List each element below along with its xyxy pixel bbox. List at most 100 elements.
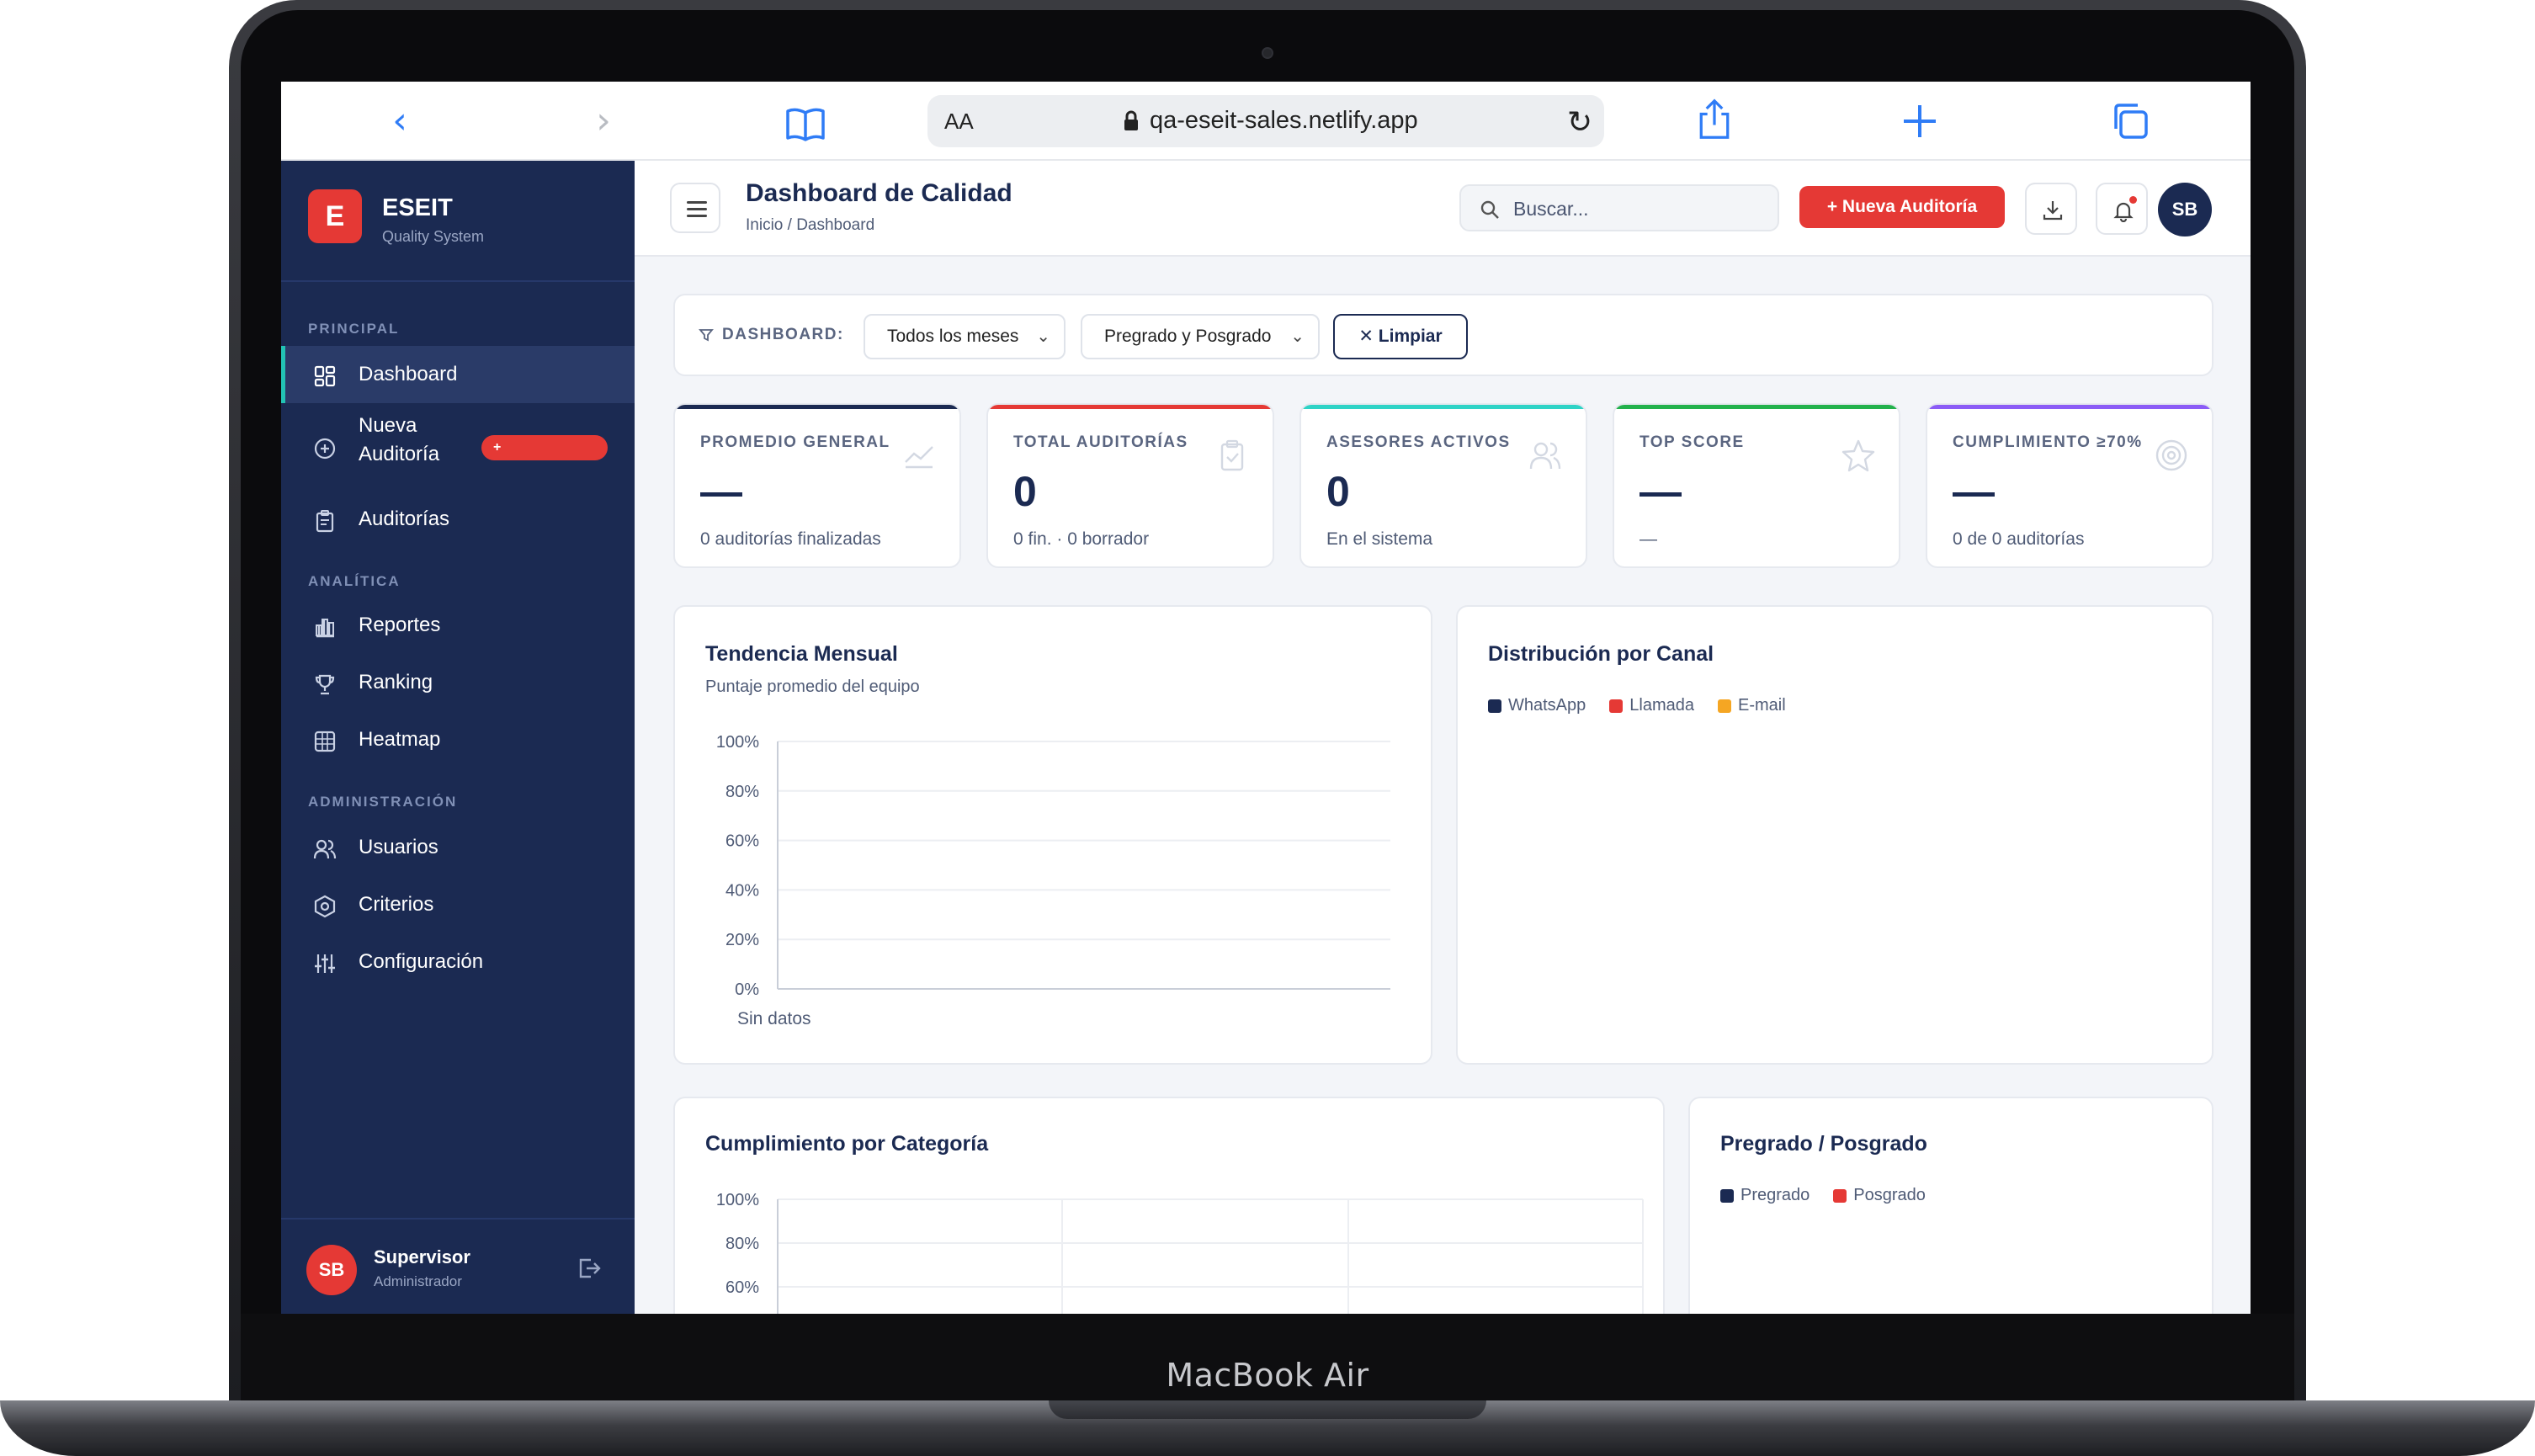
legend-swatch: [1833, 1188, 1847, 1203]
target-icon: [2155, 439, 2187, 471]
kpi-cumplimiento: CUMPLIMIENTO ≥70% — 0 de 0 auditorías: [1926, 403, 2213, 568]
sidebar-item-usuarios[interactable]: Usuarios: [281, 819, 635, 876]
user-name: Supervisor: [374, 1246, 470, 1267]
new-tab-icon[interactable]: [1899, 100, 1941, 142]
user-block: SB Supervisor Administrador: [281, 1218, 635, 1314]
download-button[interactable]: [2025, 183, 2077, 235]
sidebar-item-auditorias[interactable]: Auditorías: [281, 491, 635, 548]
legend: Pregrado Posgrado: [1720, 1186, 1926, 1205]
sidebar-item-label: Dashboard: [359, 363, 458, 385]
clipboard-check-icon: [1220, 439, 1244, 471]
logo: E: [308, 189, 362, 243]
chart-distribucion-canal: Distribución por Canal WhatsApp Llamada …: [1456, 605, 2213, 1065]
avatar[interactable]: SB: [2158, 183, 2212, 236]
search-icon: [1480, 200, 1499, 219]
laptop-notch: [1049, 1400, 1486, 1419]
legend-item[interactable]: Posgrado: [1833, 1186, 1926, 1205]
section-principal: PRINCIPAL: [308, 321, 400, 337]
forward-icon[interactable]: ›: [582, 100, 624, 142]
avatar[interactable]: SB: [306, 1245, 357, 1295]
bar-chart-icon: [316, 619, 334, 638]
sidebar-item-ranking[interactable]: Ranking: [281, 654, 635, 711]
hexagon-icon: [314, 895, 336, 918]
notifications-button[interactable]: [2096, 183, 2148, 235]
y-tick-label: 100%: [716, 733, 759, 752]
menu-toggle-button[interactable]: [670, 183, 720, 233]
sidebar-item-label: Usuarios: [359, 836, 438, 858]
address-bar[interactable]: AA qa-eseit-sales.netlify.app ↻: [927, 95, 1604, 147]
heatmap-icon: [314, 731, 336, 752]
section-analitica: ANALÍTICA: [308, 573, 401, 589]
users-icon: [313, 839, 337, 859]
reader-aa[interactable]: AA: [944, 109, 974, 135]
chart-cumplimiento-categoria: Cumplimiento por Categoría 100% 80% 60%: [673, 1097, 1665, 1314]
legend-label: Posgrado: [1853, 1186, 1926, 1204]
menu-icon: [687, 201, 707, 204]
y-tick-label: 20%: [725, 931, 759, 949]
legend-item[interactable]: WhatsApp: [1488, 696, 1586, 715]
kpi-title: PROMEDIO GENERAL: [700, 433, 890, 451]
topbar: Dashboard de Calidad Inicio / Dashboard …: [635, 161, 2251, 257]
legend-item[interactable]: Pregrado: [1720, 1186, 1810, 1205]
sidebar-item-criterios[interactable]: Criterios: [281, 876, 635, 933]
breadcrumb[interactable]: Inicio / Dashboard: [746, 216, 874, 235]
y-tick-label: 80%: [725, 1235, 759, 1253]
plus-circle-icon: [314, 438, 336, 460]
sidebar-item-label: Nueva Auditoría: [359, 414, 440, 465]
share-icon[interactable]: [1693, 98, 1735, 141]
star-icon: [1841, 439, 1875, 472]
sidebar-item-label: Reportes: [359, 614, 441, 636]
month-select[interactable]: Todos los meses ⌄: [864, 314, 1066, 359]
filter-bar: DASHBOARD: Todos los meses ⌄ Pregrado y …: [673, 294, 2213, 376]
url-text[interactable]: qa-eseit-sales.netlify.app: [1150, 107, 1418, 135]
kpi-subtitle: 0 fin. · 0 borrador: [1013, 529, 1150, 549]
legend-item[interactable]: Llamada: [1609, 696, 1694, 715]
sidebar-item-heatmap[interactable]: Heatmap: [281, 711, 635, 768]
legend-label: Pregrado: [1740, 1186, 1810, 1204]
y-tick-label: 80%: [725, 783, 759, 801]
category-chart: 100% 80% 60%: [716, 1191, 1644, 1314]
sidebar-item-dashboard[interactable]: Dashboard: [281, 346, 635, 403]
sidebar-item-configuracion[interactable]: Configuración: [281, 933, 635, 991]
kpi-accent: [1614, 405, 1899, 409]
kpi-accent: [1301, 405, 1586, 409]
kpi-asesores-activos: ASESORES ACTIVOS 0 En el sistema: [1299, 403, 1587, 568]
legend-item[interactable]: E-mail: [1717, 696, 1786, 715]
back-icon[interactable]: ‹: [379, 100, 421, 142]
lock-icon: [1124, 110, 1138, 130]
bookmarks-icon[interactable]: [784, 104, 826, 146]
trend-line-icon: [905, 446, 933, 469]
kpi-subtitle: 0 auditorías finalizadas: [700, 529, 881, 549]
kpi-total-auditorias: TOTAL AUDITORÍAS 0 0 fin. · 0 borrador: [986, 403, 1274, 568]
kpi-title: ASESORES ACTIVOS: [1326, 433, 1511, 451]
reload-icon[interactable]: ↻: [1567, 105, 1592, 140]
legend-swatch: [1717, 699, 1731, 713]
device-label: MacBook Air: [1166, 1357, 1369, 1394]
chart-title: Pregrado / Posgrado: [1720, 1132, 1927, 1156]
logout-icon[interactable]: [576, 1255, 603, 1282]
chevron-down-icon: ⌄: [1290, 327, 1305, 346]
sidebar-item-reportes[interactable]: Reportes: [281, 597, 635, 654]
search-input[interactable]: [1513, 196, 1766, 221]
level-select[interactable]: Pregrado y Posgrado ⌄: [1081, 314, 1320, 359]
chart-tendencia-mensual: Tendencia Mensual Puntaje promedio del e…: [673, 605, 1432, 1065]
kpi-accent: [988, 405, 1273, 409]
kpi-promedio-general: PROMEDIO GENERAL — 0 auditorías finaliza…: [673, 403, 961, 568]
legend-label: Llamada: [1629, 696, 1694, 715]
kpi-top-score: TOP SCORE — —: [1613, 403, 1900, 568]
month-select-value: Todos los meses: [887, 327, 1019, 346]
level-select-value: Pregrado y Posgrado: [1104, 327, 1272, 346]
sidebar-item-nueva-auditoria[interactable]: Nueva Auditoría +: [281, 407, 635, 491]
x-tick-label: Sin datos: [737, 1009, 811, 1028]
search-box[interactable]: [1459, 184, 1779, 231]
download-icon: [2043, 201, 2063, 221]
chart-pregrado-posgrado: Pregrado / Posgrado Pregrado Posgrado: [1688, 1097, 2213, 1314]
new-audit-button[interactable]: + Nueva Auditoría: [1799, 186, 2005, 228]
clear-label: Limpiar: [1378, 327, 1443, 346]
kpi-title: TOP SCORE: [1640, 433, 1745, 451]
tabs-icon[interactable]: [2109, 100, 2151, 142]
clear-filters-button[interactable]: ✕ Limpiar: [1333, 314, 1468, 359]
legend-swatch: [1488, 699, 1501, 713]
kpi-subtitle: 0 de 0 auditorías: [1953, 529, 2085, 549]
user-role: Administrador: [374, 1273, 462, 1289]
